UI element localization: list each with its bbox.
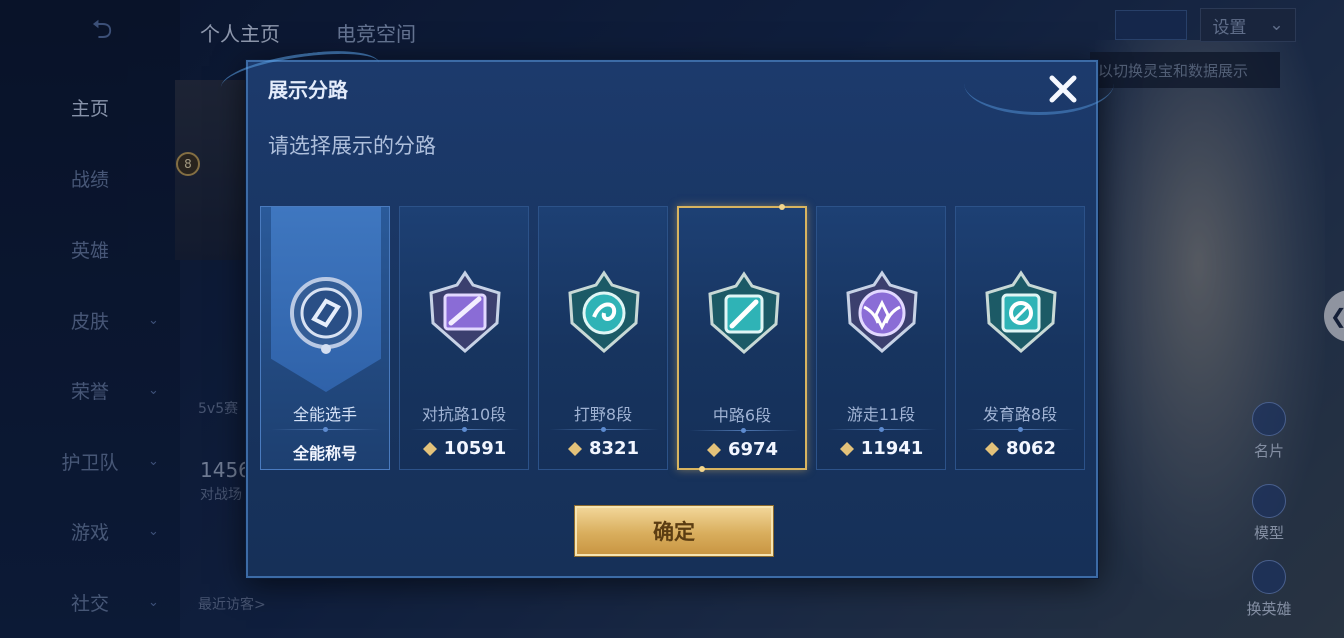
close-button[interactable]: [1044, 70, 1082, 108]
lane-role-name: 中路6段: [712, 406, 772, 425]
points-diamond-icon: [839, 441, 854, 456]
lane-points-value: 10591: [443, 438, 507, 459]
divider: [410, 427, 520, 432]
lane-role-name: 发育路8段: [982, 405, 1058, 424]
lane-role-name: 全能选手: [292, 405, 357, 424]
lane-points: 11941: [817, 438, 945, 459]
lane-role-name: 打野8段: [573, 405, 633, 424]
lane-role-name: 游走11段: [846, 405, 916, 424]
lane-points-value: 6974: [727, 439, 779, 460]
lane-card-roam[interactable]: 游走11段 11941: [816, 206, 946, 470]
all-round-icon: [290, 277, 362, 354]
lane-points-value: 8062: [1005, 438, 1057, 459]
lane-select-dialog: 展示分路 请选择展示的分路 全能选手 全能称号 对抗路10段 10591 打野8…: [246, 60, 1114, 578]
farm-lane-icon: [985, 270, 1057, 353]
lane-points: 8062: [956, 438, 1084, 459]
points-diamond-icon: [706, 442, 721, 457]
lane-points: 6974: [679, 439, 805, 460]
jungle-icon: [568, 270, 640, 353]
lane-card-farm[interactable]: 发育路8段 8062: [955, 206, 1085, 470]
lane-card-all-round[interactable]: 全能选手 全能称号: [260, 206, 390, 470]
lane-card-list: 全能选手 全能称号 对抗路10段 10591 打野8段 8321 中路6段 69…: [260, 204, 1088, 472]
lane-card-jungle[interactable]: 打野8段 8321: [538, 206, 668, 470]
dialog-subtitle: 请选择展示的分路: [268, 134, 436, 158]
lane-points-value: 11941: [860, 438, 924, 459]
lane-role-name: 对抗路10段: [421, 405, 507, 424]
roam-icon: [846, 270, 918, 353]
close-icon: [1049, 75, 1077, 103]
lane-points: 10591: [400, 438, 528, 459]
points-diamond-icon: [567, 441, 582, 456]
lane-card-clash[interactable]: 对抗路10段 10591: [399, 206, 529, 470]
points-diamond-icon: [422, 441, 437, 456]
divider: [966, 427, 1076, 432]
dialog-title: 展示分路: [268, 78, 348, 102]
divider: [689, 428, 799, 433]
divider: [271, 427, 381, 432]
divider: [549, 427, 659, 432]
points-diamond-icon: [984, 441, 999, 456]
lane-card-mid[interactable]: 中路6段 6974: [677, 204, 807, 472]
divider: [827, 427, 937, 432]
lane-points-value: 8321: [588, 438, 640, 459]
clash-lane-icon: [429, 270, 501, 353]
mid-lane-icon: [708, 271, 780, 354]
lane-points: 8321: [539, 438, 667, 459]
confirm-button[interactable]: 确定: [575, 506, 773, 556]
lane-title-value: 全能称号: [292, 444, 357, 463]
